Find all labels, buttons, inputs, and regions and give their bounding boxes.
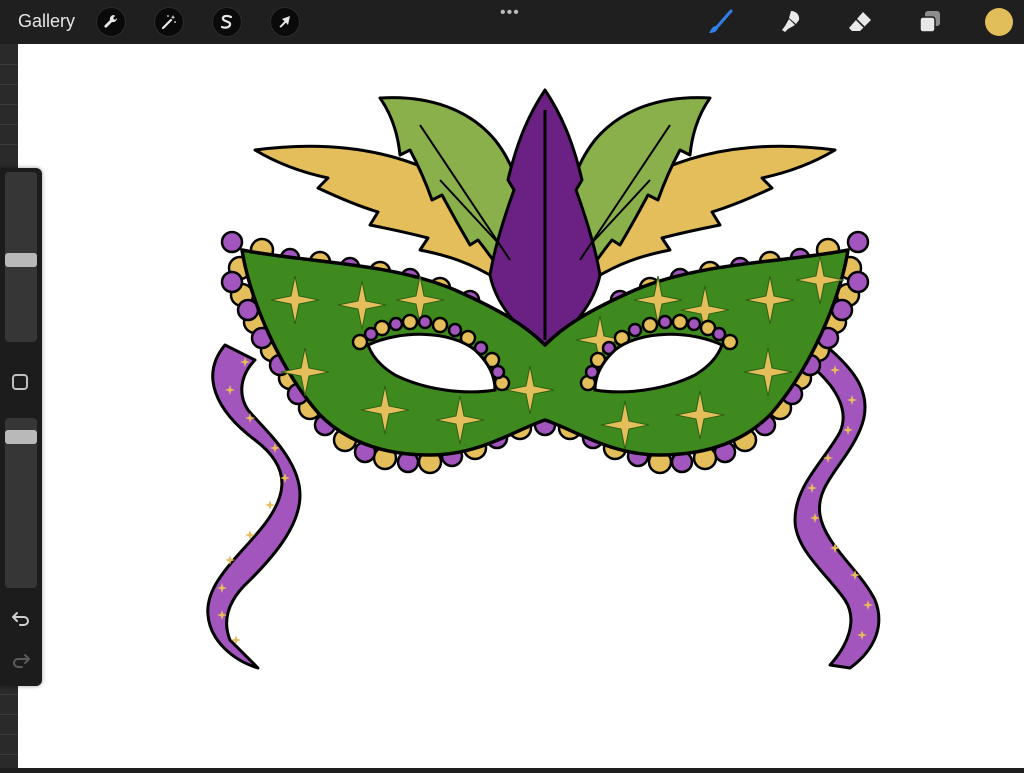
selection-s-icon [220,14,233,29]
modify-button[interactable] [12,374,28,390]
magic-wand-icon [161,15,176,30]
opacity-thumb[interactable] [5,430,37,444]
redo-icon [13,654,30,668]
left-ribbon [206,343,302,670]
actions-button[interactable] [96,7,126,37]
eraser-icon [849,12,871,31]
brush-tool[interactable] [706,8,734,36]
drawing-canvas[interactable] [18,44,1024,768]
brush-sidebar [0,168,42,686]
selection-button[interactable] [212,7,242,37]
eraser-tool[interactable] [846,8,874,36]
top-toolbar: Gallery ••• [0,0,1024,44]
layers-icon [919,11,940,33]
brush-size-slider[interactable] [5,172,37,342]
brush-icon [709,9,733,33]
smudge-tool[interactable] [776,8,804,36]
undo-button[interactable] [11,608,31,628]
gallery-button[interactable]: Gallery [18,11,75,32]
undo-icon [12,612,29,626]
wrench-icon [104,14,118,28]
smudge-icon [782,11,800,32]
arrow-cursor-icon [279,16,290,28]
right-ribbon [793,343,881,670]
redo-button[interactable] [11,650,31,670]
color-swatch[interactable] [985,8,1013,36]
brush-size-thumb[interactable] [5,253,37,267]
layers-button[interactable] [916,8,944,36]
more-options-handle[interactable]: ••• [500,4,520,22]
transform-button[interactable] [270,7,300,37]
mardi-gras-mask-artwork [206,88,881,670]
opacity-slider[interactable] [5,418,37,588]
adjustments-button[interactable] [154,7,184,37]
